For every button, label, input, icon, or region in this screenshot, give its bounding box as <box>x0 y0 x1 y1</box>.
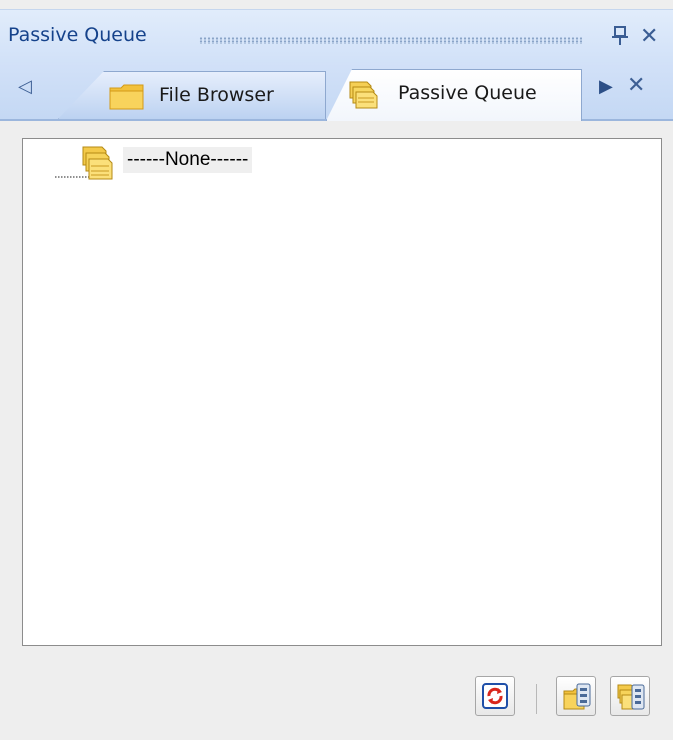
close-tab-button[interactable]: ✕ <box>627 73 645 98</box>
pin-icon[interactable] <box>610 25 630 52</box>
toolbar-separator <box>536 684 537 714</box>
tab-passive-queue-label: Passive Queue <box>398 82 537 104</box>
tab-strip: ◁ File Browser Passive Queue ▶ ✕ <box>0 63 673 121</box>
tree-node-none[interactable]: ------None------ <box>123 147 253 173</box>
close-panel-button[interactable]: ✕ <box>640 25 658 49</box>
queue-stack-icon <box>347 80 383 114</box>
scroll-tabs-left-button[interactable]: ◁ <box>18 76 32 97</box>
refresh-button[interactable] <box>475 676 515 716</box>
queue-tree-view[interactable]: ------None------ <box>22 138 662 646</box>
queue-stack-icon <box>78 143 118 187</box>
folder-settings-button[interactable] <box>556 676 596 716</box>
top-edge <box>0 0 673 9</box>
queue-settings-button[interactable] <box>610 676 650 716</box>
panel-titlebar[interactable]: Passive Queue ✕ <box>0 9 673 64</box>
drag-grip[interactable] <box>199 37 582 44</box>
scroll-tabs-right-button[interactable]: ▶ <box>599 76 613 97</box>
panel-title: Passive Queue <box>8 24 147 46</box>
tab-passive-queue[interactable]: Passive Queue <box>326 69 582 121</box>
tab-file-browser[interactable]: File Browser <box>58 71 326 119</box>
tab-file-browser-label: File Browser <box>159 84 274 106</box>
folder-icon <box>109 84 145 114</box>
